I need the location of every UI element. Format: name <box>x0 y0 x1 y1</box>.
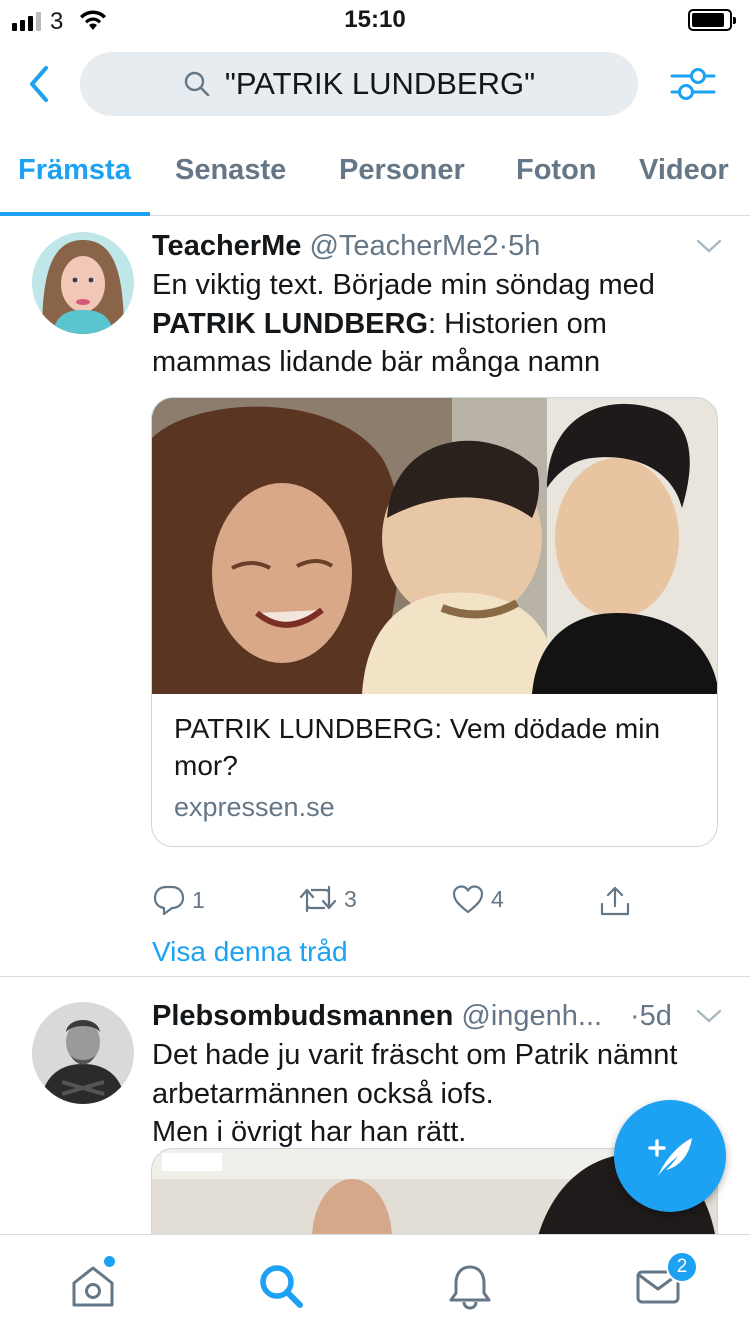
tab-personer[interactable]: Personer <box>339 154 465 187</box>
tweet-actions: 1 3 4 <box>152 884 652 924</box>
search-icon <box>184 71 210 97</box>
search-tabs: Främsta Senaste Personer Foton Videor <box>0 130 750 216</box>
messages-badge: 2 <box>666 1251 698 1283</box>
separator: · <box>498 230 509 262</box>
status-bar: 3 15:10 <box>0 0 750 40</box>
avatar[interactable] <box>32 232 134 334</box>
reply-icon <box>153 885 185 916</box>
card-domain: expressen.se <box>174 792 335 822</box>
tweet-time-wrap: ·5d <box>630 1000 672 1033</box>
author-handle[interactable]: @TeacherMe2 <box>309 230 498 262</box>
tab-senaste[interactable]: Senaste <box>175 154 286 187</box>
tab-foton[interactable]: Foton <box>516 154 597 187</box>
author-name[interactable]: Plebsombudsmannen <box>152 1000 453 1032</box>
tweet-text-part: En viktig text. Började min söndag med <box>152 269 655 301</box>
bottom-tab-bar <box>0 1234 750 1334</box>
retweet-icon <box>299 885 337 913</box>
compose-quill-icon <box>648 1138 692 1176</box>
link-card[interactable]: PATRIK LUNDBERG: Vem dödade min mor? exp… <box>151 397 718 847</box>
tweet-time: 5d <box>639 1000 672 1032</box>
chevron-down-icon[interactable] <box>696 238 722 254</box>
home-icon[interactable] <box>68 1261 118 1311</box>
author-handle[interactable]: @ingenh... <box>461 1000 602 1032</box>
back-arrow-icon[interactable] <box>22 62 62 106</box>
like-button[interactable]: 4 <box>451 884 504 914</box>
retweet-count: 3 <box>344 885 357 912</box>
share-icon <box>600 886 630 916</box>
tweet-time: 5h <box>508 230 541 262</box>
heart-icon <box>452 885 484 914</box>
tab-videor[interactable]: Videor <box>639 154 729 187</box>
chevron-down-icon[interactable] <box>696 1008 722 1024</box>
home-unread-dot <box>104 1256 115 1267</box>
author-name[interactable]: TeacherMe <box>152 230 301 262</box>
tweet-header: Plebsombudsmannen @ingenh... <box>152 1000 602 1033</box>
show-thread-link[interactable]: Visa denna tråd <box>152 936 348 968</box>
search-input[interactable]: "PATRIK LUNDBERG" <box>80 52 638 116</box>
search-filter-icon[interactable] <box>668 62 718 106</box>
tab-framsta[interactable]: Främsta <box>18 154 131 187</box>
retweet-button[interactable]: 3 <box>298 884 357 914</box>
separator: · <box>630 1000 640 1032</box>
share-button[interactable] <box>598 884 632 918</box>
active-tab-indicator <box>0 212 150 216</box>
reply-button[interactable]: 1 <box>152 884 205 916</box>
tweet-text-highlight: PATRIK LUNDBERG <box>152 307 429 340</box>
battery-icon <box>688 9 736 31</box>
search-query: "PATRIK LUNDBERG" <box>224 66 536 101</box>
clock: 15:10 <box>344 6 406 33</box>
tweet-text: En viktig text. Började min söndag med P… <box>152 266 722 382</box>
reply-count: 1 <box>192 886 205 913</box>
avatar[interactable] <box>32 1002 134 1104</box>
tweet-divider <box>0 976 750 977</box>
like-count: 4 <box>491 885 504 912</box>
card-image <box>152 398 717 694</box>
card-title: PATRIK LUNDBERG: Vem dödade min mor? <box>174 713 661 781</box>
search-icon[interactable] <box>256 1261 306 1311</box>
notifications-bell-icon[interactable] <box>445 1261 495 1311</box>
tweet-header: TeacherMe @TeacherMe2·5h <box>152 230 540 263</box>
compose-tweet-button[interactable] <box>614 1100 726 1212</box>
